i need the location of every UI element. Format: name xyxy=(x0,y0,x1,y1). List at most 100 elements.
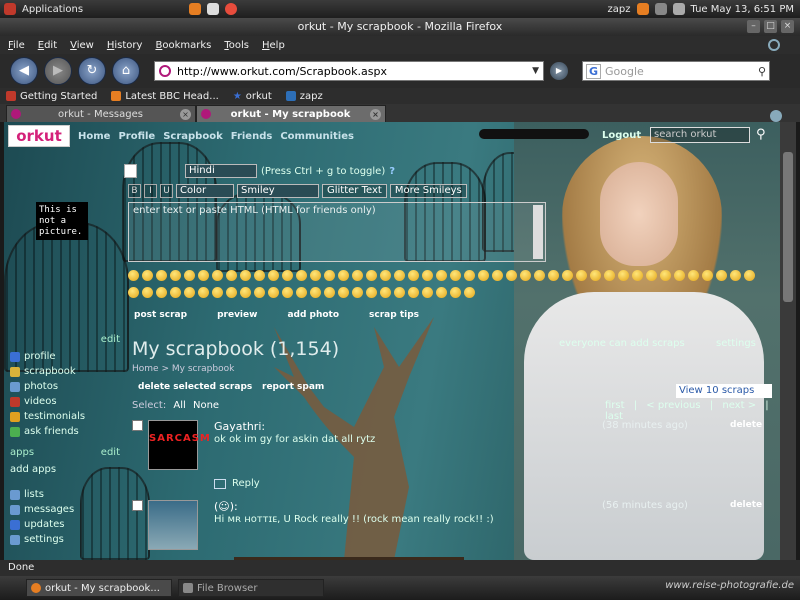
smiley-icon[interactable] xyxy=(422,287,433,298)
go-button[interactable]: ▶ xyxy=(550,62,568,80)
menu-view[interactable]: View xyxy=(70,40,94,51)
scrap-textarea[interactable]: enter text or paste HTML (HTML for frien… xyxy=(128,202,546,262)
smiley-icon[interactable] xyxy=(450,270,461,281)
smiley-icon[interactable] xyxy=(184,270,195,281)
minimize-icon[interactable]: – xyxy=(747,20,760,33)
smiley-icon[interactable] xyxy=(534,270,545,281)
close-tab-icon[interactable]: × xyxy=(370,108,381,120)
smiley-icon[interactable] xyxy=(156,287,167,298)
bookmark-bbc[interactable]: Latest BBC Head... xyxy=(111,91,219,102)
smiley-icon[interactable] xyxy=(646,270,657,281)
smiley-icon[interactable] xyxy=(310,287,321,298)
preview-button[interactable]: preview xyxy=(217,310,257,320)
menu-file[interactable]: File xyxy=(8,40,25,51)
smiley-icon[interactable] xyxy=(338,287,349,298)
smiley-icon[interactable] xyxy=(198,270,209,281)
smiley-icon[interactable] xyxy=(366,287,377,298)
italic-button[interactable]: I xyxy=(144,184,157,198)
forward-button[interactable]: ▶ xyxy=(44,57,72,85)
smiley-icon[interactable] xyxy=(254,270,265,281)
smiley-icon[interactable] xyxy=(618,270,629,281)
smiley-icon[interactable] xyxy=(436,270,447,281)
url-dropdown-icon[interactable]: ▼ xyxy=(532,66,539,76)
applications-menu[interactable]: Applications xyxy=(22,4,83,15)
smiley-icon[interactable] xyxy=(380,287,391,298)
smiley-icon[interactable] xyxy=(352,287,363,298)
smiley-icon[interactable] xyxy=(156,270,167,281)
scrap-checkbox[interactable] xyxy=(132,500,143,511)
smiley-icon[interactable] xyxy=(352,270,363,281)
smiley-icon[interactable] xyxy=(212,287,223,298)
search-icon[interactable]: ⚲ xyxy=(756,127,770,142)
smiley-icon[interactable] xyxy=(632,270,643,281)
page-scrollbar[interactable] xyxy=(780,122,796,560)
add-apps-link[interactable]: add apps xyxy=(10,462,120,477)
smiley-icon[interactable] xyxy=(268,287,279,298)
transliterate-checkbox[interactable] xyxy=(124,164,137,178)
smiley-icon[interactable] xyxy=(464,287,475,298)
scrollbar-thumb[interactable] xyxy=(783,152,793,302)
home-button[interactable]: ⌂ xyxy=(112,57,140,85)
smiley-icon[interactable] xyxy=(254,287,265,298)
smiley-icon[interactable] xyxy=(296,270,307,281)
bookmark-zapz[interactable]: zapz xyxy=(285,91,323,102)
taskbar-file-browser[interactable]: File Browser xyxy=(178,579,324,597)
smiley-icon[interactable] xyxy=(674,270,685,281)
menu-history[interactable]: History xyxy=(107,40,143,51)
help-icon[interactable]: ? xyxy=(389,166,395,177)
orkut-logo[interactable]: orkut xyxy=(8,125,70,147)
update-notifier-icon[interactable] xyxy=(636,3,649,15)
pager-next[interactable]: next > xyxy=(722,400,756,411)
smiley-icon[interactable] xyxy=(408,287,419,298)
bookmark-orkut[interactable]: ★ orkut xyxy=(233,91,272,102)
smiley-icon[interactable] xyxy=(324,270,335,281)
delete-selected-button[interactable]: delete selected scraps xyxy=(138,382,252,392)
smiley-icon[interactable] xyxy=(520,270,531,281)
tab-list-icon[interactable] xyxy=(770,110,782,122)
smiley-icon[interactable] xyxy=(184,287,195,298)
smiley-icon[interactable] xyxy=(422,270,433,281)
network-icon[interactable] xyxy=(654,3,667,15)
sidebar-item-videos[interactable]: videos xyxy=(10,394,120,409)
bookmark-getting-started[interactable]: Getting Started xyxy=(6,91,97,102)
smiley-icon[interactable] xyxy=(170,287,181,298)
breadcrumb-home[interactable]: Home xyxy=(132,364,159,374)
smiley-icon[interactable] xyxy=(548,270,559,281)
smiley-icon[interactable] xyxy=(142,270,153,281)
smiley-icon[interactable] xyxy=(562,270,573,281)
sidebar-edit-link[interactable]: edit xyxy=(101,334,120,349)
url-bar[interactable]: http://www.orkut.com/Scrapbook.aspx ▼ xyxy=(154,61,544,81)
reload-button[interactable]: ↻ xyxy=(78,57,106,85)
smiley-icon[interactable] xyxy=(604,270,615,281)
underline-button[interactable]: U xyxy=(160,184,173,198)
post-scrap-button[interactable]: post scrap xyxy=(134,310,187,320)
home-launcher-icon[interactable] xyxy=(207,3,220,15)
sidebar-item-settings[interactable]: settings xyxy=(10,532,120,547)
smiley-icon[interactable] xyxy=(394,270,405,281)
smiley-icon[interactable] xyxy=(730,270,741,281)
smiley-icon[interactable] xyxy=(716,270,727,281)
smiley-icon[interactable] xyxy=(128,287,139,298)
language-select[interactable]: Hindi xyxy=(185,164,257,178)
glitter-text-button[interactable]: Glitter Text xyxy=(322,184,387,198)
back-button[interactable]: ◀ xyxy=(10,57,38,85)
smiley-icon[interactable] xyxy=(142,287,153,298)
ubuntu-logo-icon[interactable] xyxy=(4,3,16,15)
orkut-search-input[interactable]: search orkut xyxy=(650,127,750,143)
smiley-icon[interactable] xyxy=(240,270,251,281)
select-none-link[interactable]: None xyxy=(193,400,219,411)
add-photo-button[interactable]: add photo xyxy=(287,310,339,320)
reply-button[interactable]: Reply xyxy=(214,478,260,489)
pager-previous[interactable]: < previous xyxy=(646,400,700,411)
smiley-icon[interactable] xyxy=(128,270,139,281)
scrap-author[interactable]: (☺): xyxy=(214,500,238,513)
menu-help[interactable]: Help xyxy=(262,40,285,51)
taskbar-firefox[interactable]: orkut - My scrapbook... xyxy=(26,579,172,597)
nav-home[interactable]: Home xyxy=(78,131,110,142)
smiley-icon[interactable] xyxy=(702,270,713,281)
avatar[interactable]: SARCASM xyxy=(148,420,210,470)
scrap-delete-link[interactable]: delete xyxy=(730,500,762,510)
smiley-icon[interactable] xyxy=(324,287,335,298)
smiley-icon[interactable] xyxy=(282,287,293,298)
smiley-icon[interactable] xyxy=(226,287,237,298)
